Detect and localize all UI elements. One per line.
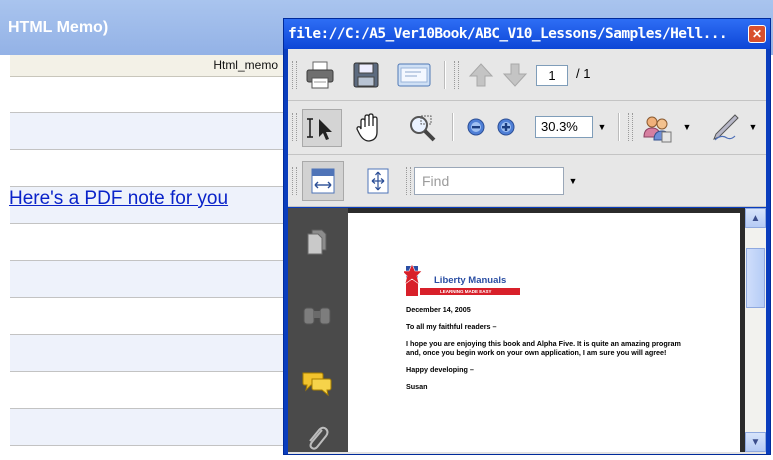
select-tool-icon (307, 118, 332, 140)
letter-closing: Happy developing – (406, 365, 474, 374)
search-panel-icon (303, 307, 331, 325)
zoom-marquee-button[interactable] (404, 109, 440, 147)
fit-page-icon (367, 168, 389, 194)
liberty-manuals-logo: Liberty Manuals LEARNING MADE EASY (401, 262, 522, 302)
vertical-scrollbar[interactable]: ▲ ▼ (745, 208, 766, 452)
memo-link[interactable]: Here's a PDF note for you (9, 188, 228, 210)
hand-tool-icon (356, 113, 378, 142)
pdf-window-title: file://C:/A5_Ver10Book/ABC_V10_Lessons/S… (288, 26, 728, 42)
next-page-button[interactable] (500, 59, 530, 91)
comments-panel-icon (302, 372, 332, 396)
chevron-up-icon: ▲ (750, 213, 761, 224)
sign-icon (713, 114, 739, 141)
pdf-titlebar[interactable]: file://C:/A5_Ver10Book/ABC_V10_Lessons/S… (284, 19, 770, 49)
chevron-down-icon: ▼ (568, 176, 578, 186)
letter-signature: Susan (406, 382, 428, 391)
attachments-panel-button[interactable] (302, 424, 332, 452)
toolbar-separator (618, 113, 620, 141)
navigation-panel (288, 208, 348, 452)
print-button[interactable] (302, 57, 338, 93)
zoom-out-icon (467, 118, 485, 136)
find-input[interactable]: Find (414, 167, 564, 195)
search-panel-button[interactable] (300, 300, 334, 330)
sign-dropdown-button[interactable]: ▼ (746, 116, 760, 138)
form-title: HTML Memo) (8, 19, 109, 36)
letter-paragraph: I hope you are enjoying this book and Al… (406, 339, 681, 357)
toolbar-separator (444, 61, 446, 89)
print-icon (306, 61, 334, 89)
select-tool-button[interactable] (302, 109, 342, 147)
file-toolbar: 1 / 1 (288, 49, 766, 101)
review-icon (643, 116, 672, 143)
toolbar-grip[interactable] (406, 167, 411, 195)
next-page-icon (502, 63, 528, 87)
scroll-up-button[interactable]: ▲ (745, 208, 766, 228)
attachments-panel-icon (309, 426, 329, 450)
toolbar-grip[interactable] (628, 113, 633, 141)
toolbar-separator (452, 113, 454, 141)
email-button[interactable] (394, 57, 434, 93)
letter-body: December 14, 2005 To all my faithful rea… (406, 305, 696, 399)
toolbar-grip[interactable] (454, 61, 459, 89)
chevron-down-icon: ▼ (682, 122, 692, 132)
page-number-input[interactable]: 1 (536, 65, 568, 86)
review-dropdown-button[interactable]: ▼ (680, 116, 694, 138)
letter-date: December 14, 2005 (406, 305, 471, 314)
chevron-down-icon: ▼ (597, 122, 607, 132)
logo-tagline: LEARNING MADE EASY (440, 289, 492, 294)
comments-panel-button[interactable] (300, 368, 334, 398)
review-button[interactable] (640, 109, 676, 147)
email-icon (397, 63, 431, 87)
sign-button[interactable] (706, 109, 744, 147)
zoom-in-button[interactable] (494, 115, 518, 139)
toolbar-grip[interactable] (292, 113, 297, 141)
logo-brand: Liberty Manuals (434, 275, 507, 286)
toolbar-grip[interactable] (292, 167, 297, 195)
find-toolbar: Find ▼ (288, 155, 766, 207)
zoom-level-input[interactable]: 30.3% (535, 116, 593, 138)
zoom-dropdown-button[interactable]: ▼ (595, 116, 609, 138)
chevron-down-icon: ▼ (750, 437, 761, 448)
find-dropdown-button[interactable]: ▼ (566, 167, 580, 195)
zoom-in-icon (497, 118, 515, 136)
zoom-marquee-icon (410, 115, 436, 142)
hand-tool-button[interactable] (350, 109, 388, 147)
tools-toolbar: 30.3% ▼ ▼ ▼ (288, 101, 766, 155)
pages-panel-button[interactable] (302, 226, 332, 258)
scroll-down-button[interactable]: ▼ (745, 432, 766, 452)
previous-page-icon (468, 63, 494, 87)
zoom-out-button[interactable] (464, 115, 488, 139)
fit-width-icon (311, 168, 335, 194)
fit-width-button[interactable] (302, 161, 344, 201)
page-total-label: / 1 (576, 66, 591, 81)
letter-salutation: To all my faithful readers – (406, 322, 497, 331)
chevron-down-icon: ▼ (748, 122, 758, 132)
grid-column-header[interactable]: Html_memo (213, 58, 278, 72)
status-bar (288, 452, 766, 454)
pages-panel-icon (307, 229, 327, 255)
save-icon (353, 62, 379, 88)
previous-page-button[interactable] (466, 59, 496, 91)
fit-page-button[interactable] (360, 163, 396, 199)
scrollbar-thumb[interactable] (746, 248, 765, 308)
toolbar-grip[interactable] (292, 61, 297, 89)
save-button[interactable] (348, 57, 384, 93)
close-button[interactable]: ✕ (748, 25, 766, 43)
